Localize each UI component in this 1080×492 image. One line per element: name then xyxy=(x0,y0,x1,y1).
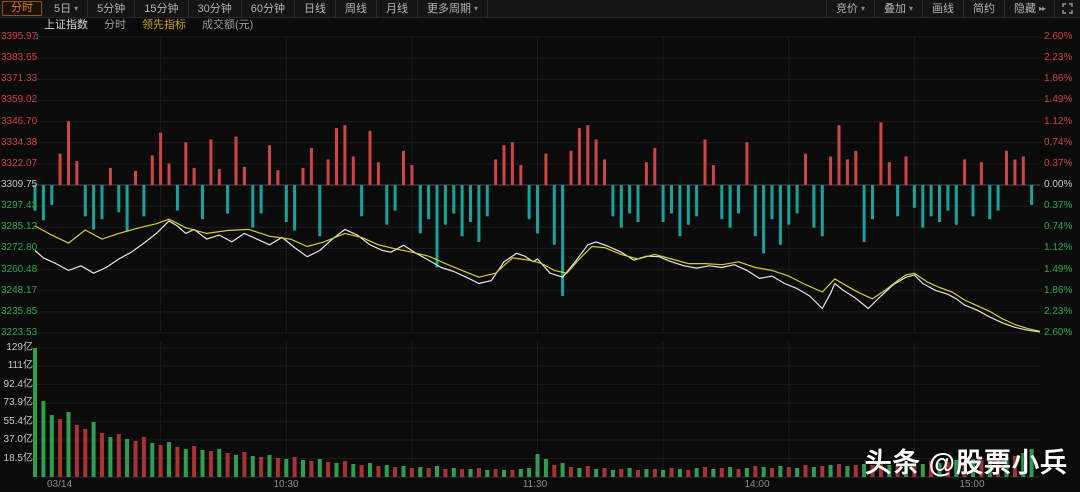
tab-30min[interactable]: 30分钟 xyxy=(189,0,242,17)
button-overlay-label: 叠加 xyxy=(884,1,906,17)
volume-tick-label: 111亿 xyxy=(1,360,33,372)
percent-tick-label: 1.12% xyxy=(1044,242,1072,254)
time-tick-label: 14:00 xyxy=(744,479,769,491)
time-tick-label: 03/14 xyxy=(47,479,72,491)
volume-tick-label: 129亿 xyxy=(1,342,33,354)
percent-tick-label: 1.86% xyxy=(1044,285,1072,297)
leading-indicator-toggle[interactable]: 领先指标 xyxy=(142,19,186,32)
button-simple-mode[interactable]: 简约 xyxy=(964,0,1005,17)
price-tick-label: 3297.43 xyxy=(1,200,33,212)
price-tick-label: 3309.75 xyxy=(1,179,33,191)
chart-canvas xyxy=(0,0,1080,492)
chevron-down-icon: ▾ xyxy=(474,1,478,17)
button-hide-label: 隐藏 xyxy=(1014,1,1036,17)
time-tick-label: 10:30 xyxy=(273,479,298,491)
volume-tick-label: 18.5亿 xyxy=(1,453,33,465)
chevron-down-icon: ▾ xyxy=(74,1,78,17)
tab-daily[interactable]: 日线 xyxy=(295,0,336,17)
price-tick-label: 3223.53 xyxy=(1,327,33,339)
price-tick-label: 3395.97 xyxy=(1,31,33,43)
price-tick-label: 3248.17 xyxy=(1,285,33,297)
watermark-handle: @股票小兵 xyxy=(929,448,1068,478)
tab-60min[interactable]: 60分钟 xyxy=(242,0,295,17)
percent-tick-label: 0.37% xyxy=(1044,158,1072,170)
double-arrow-right-icon: ▸▸ xyxy=(1039,1,1045,17)
percent-tick-label: 2.23% xyxy=(1044,52,1072,64)
button-bidding[interactable]: 竞价▾ xyxy=(826,0,875,17)
percent-tick-label: 1.49% xyxy=(1044,94,1072,106)
tab-more-periods-label: 更多周期 xyxy=(427,1,471,17)
percent-tick-label: 1.49% xyxy=(1044,264,1072,276)
volume-tick-label: 73.9亿 xyxy=(1,397,33,409)
price-tick-label: 3371.33 xyxy=(1,73,33,85)
percent-tick-label: 1.86% xyxy=(1044,73,1072,85)
price-tick-label: 3235.85 xyxy=(1,306,33,318)
tab-monthly[interactable]: 月线 xyxy=(377,0,418,17)
tool-buttons: 竞价▾ 叠加▾ 画线 简约 隐藏▸▸ xyxy=(826,0,1080,17)
tab-5min[interactable]: 5分钟 xyxy=(88,0,135,17)
time-tick-label: 15:00 xyxy=(959,479,984,491)
price-tick-label: 3260.48 xyxy=(1,264,33,276)
price-tick-label: 3272.80 xyxy=(1,242,33,254)
chevron-down-icon: ▾ xyxy=(909,1,913,17)
tab-intraday[interactable]: 分时 xyxy=(2,1,42,16)
price-tick-label: 3383.65 xyxy=(1,52,33,64)
volume-tick-label: 92.4亿 xyxy=(1,379,33,391)
chart-legend: 上证指数 分时 领先指标 成交额(元) xyxy=(44,19,253,32)
percent-tick-label: 2.60% xyxy=(1044,31,1072,43)
percent-tick-label: 0.37% xyxy=(1044,200,1072,212)
button-draw-line[interactable]: 画线 xyxy=(923,0,964,17)
time-tick-label: 11:30 xyxy=(523,479,547,491)
fullscreen-icon xyxy=(1062,3,1073,14)
price-tick-label: 3334.38 xyxy=(1,137,33,149)
watermark-brand: 头条 xyxy=(865,448,921,478)
tab-weekly[interactable]: 周线 xyxy=(336,0,377,17)
button-hide-panel[interactable]: 隐藏▸▸ xyxy=(1005,0,1055,17)
period-tabs: 分时 5日▾ 5分钟 15分钟 30分钟 60分钟 日线 周线 月线 更多周期▾ xyxy=(0,0,488,17)
percent-tick-label: 0.74% xyxy=(1044,221,1072,233)
stock-chart-app: 分时 5日▾ 5分钟 15分钟 30分钟 60分钟 日线 周线 月线 更多周期▾… xyxy=(0,0,1080,492)
chevron-down-icon: ▾ xyxy=(861,1,865,17)
price-tick-label: 3285.12 xyxy=(1,221,33,233)
percent-tick-label: 1.12% xyxy=(1044,116,1072,128)
price-marker-icon: ↕ xyxy=(35,31,40,41)
period-toolbar: 分时 5日▾ 5分钟 15分钟 30分钟 60分钟 日线 周线 月线 更多周期▾… xyxy=(0,0,1080,18)
tab-more-periods[interactable]: 更多周期▾ xyxy=(418,0,488,17)
watermark: 头条 @股票小兵 xyxy=(865,441,1068,480)
button-bidding-label: 竞价 xyxy=(836,1,858,17)
tab-15min[interactable]: 15分钟 xyxy=(135,0,188,17)
percent-tick-label: 0.74% xyxy=(1044,137,1072,149)
price-tick-label: 3322.07 xyxy=(1,158,33,170)
index-name-label: 上证指数 xyxy=(44,19,88,32)
tab-5day-label: 5日 xyxy=(54,1,71,17)
turnover-label[interactable]: 成交额(元) xyxy=(202,19,253,32)
price-tick-label: 3346.70 xyxy=(1,116,33,128)
intraday-chart[interactable]: 3395.97 3383.65 3371.33 3359.02 3346.70 3334.… xyxy=(0,0,1080,492)
fullscreen-button[interactable] xyxy=(1055,0,1080,17)
price-tick-label: 3359.02 xyxy=(1,94,33,106)
percent-tick-label: 0.00% xyxy=(1044,179,1072,191)
volume-tick-label: 55.4亿 xyxy=(1,416,33,428)
percent-tick-label: 2.60% xyxy=(1044,327,1072,339)
period-label: 分时 xyxy=(104,19,126,32)
button-overlay[interactable]: 叠加▾ xyxy=(875,0,923,17)
percent-tick-label: 2.23% xyxy=(1044,306,1072,318)
volume-tick-label: 37.0亿 xyxy=(1,434,33,446)
tab-5day[interactable]: 5日▾ xyxy=(45,0,88,17)
